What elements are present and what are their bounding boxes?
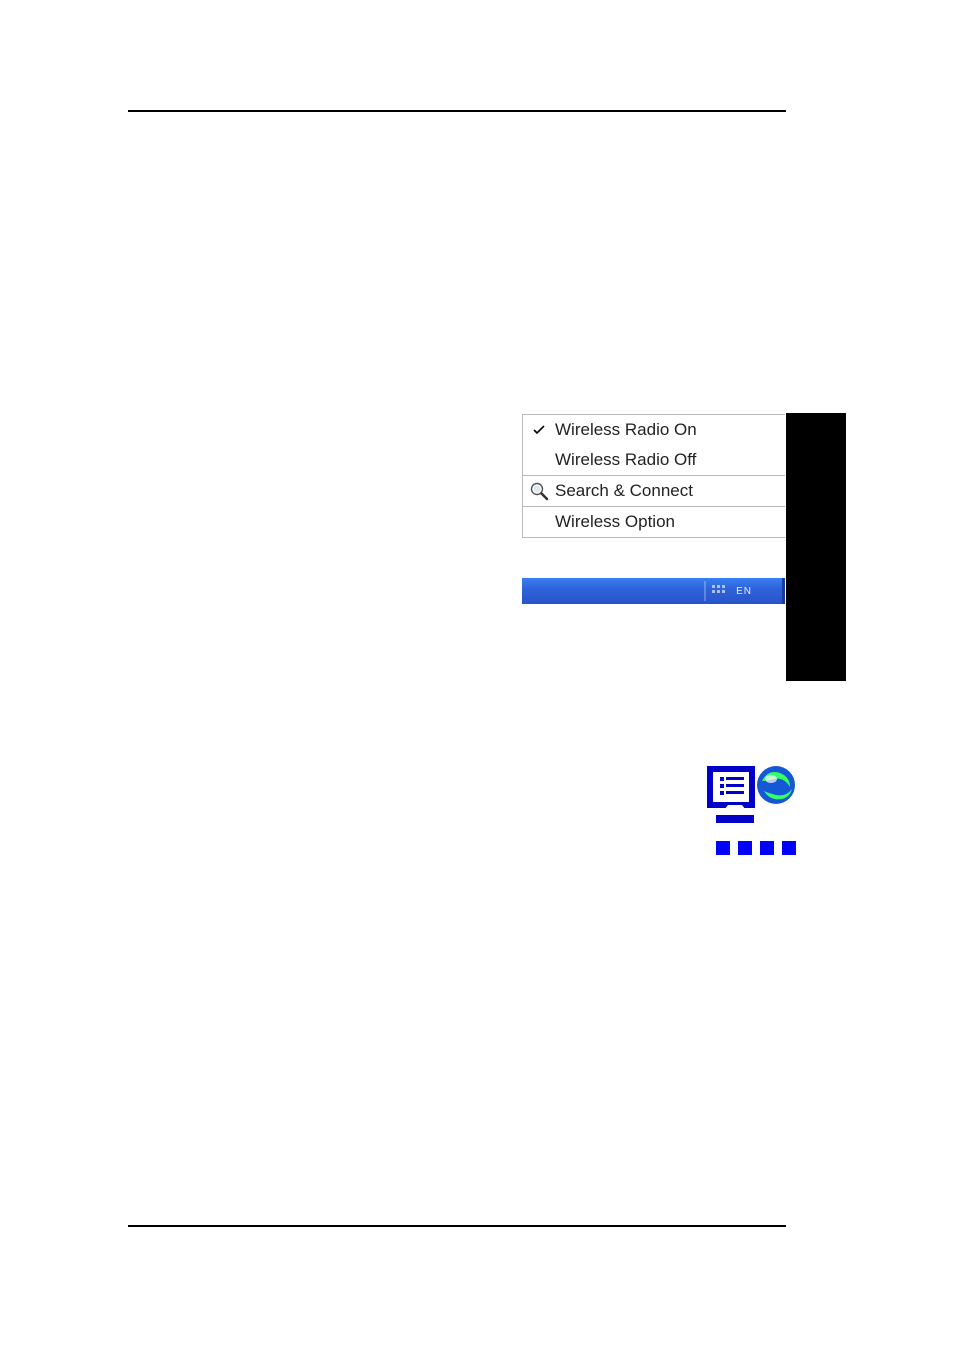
menu-section-search: Search & Connect [523, 476, 785, 507]
checkmark-icon [529, 424, 549, 436]
taskbar: EN [522, 578, 785, 604]
menu-section-radio: Wireless Radio On Wireless Radio Off [523, 415, 785, 476]
menu-item-label: Wireless Radio On [555, 420, 697, 440]
menu-item-label: Search & Connect [555, 481, 693, 501]
document-page: Wireless Radio On Wireless Radio Off Sea… [0, 0, 954, 1351]
menu-item-label: Wireless Option [555, 512, 675, 532]
menu-item-search-connect[interactable]: Search & Connect [523, 476, 785, 506]
header-rule [128, 110, 786, 112]
menu-section-option: Wireless Option [523, 507, 785, 537]
menu-item-label: Wireless Radio Off [555, 450, 696, 470]
monitor-icon [710, 769, 754, 823]
language-indicator[interactable]: EN [736, 586, 752, 597]
wireless-context-menu: Wireless Radio On Wireless Radio Off Sea… [522, 414, 785, 538]
thumb-index-tab [786, 413, 846, 681]
taskbar-grid-icon [712, 585, 726, 597]
activity-dots-icon [716, 841, 796, 855]
globe-icon [757, 766, 795, 804]
menu-item-wireless-option[interactable]: Wireless Option [523, 507, 785, 537]
menu-item-radio-off[interactable]: Wireless Radio Off [523, 445, 785, 475]
footer-rule [128, 1225, 786, 1227]
menu-item-radio-on[interactable]: Wireless Radio On [523, 415, 785, 445]
taskbar-separator [704, 581, 706, 601]
network-globe-icon [702, 763, 802, 863]
magnifier-icon [529, 481, 549, 501]
